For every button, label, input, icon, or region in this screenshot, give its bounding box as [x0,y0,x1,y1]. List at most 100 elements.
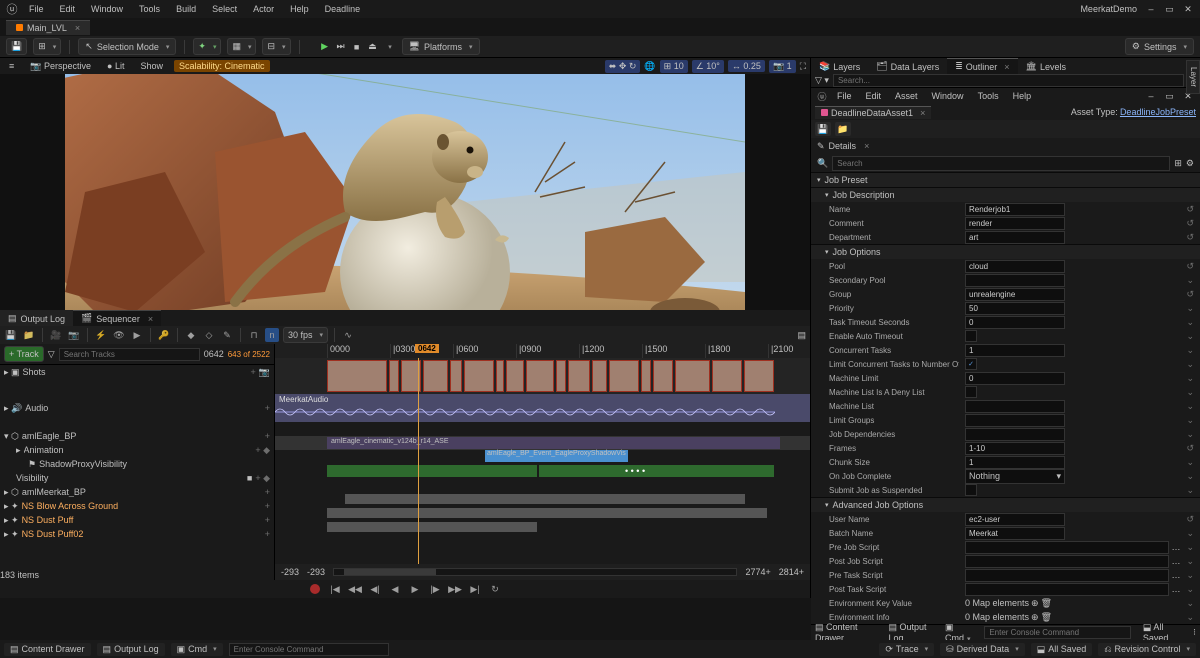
browse-button[interactable]: 📁 [22,328,36,342]
prejob-input[interactable] [965,541,1169,554]
oncomplete-dropdown[interactable]: Nothing▾ [965,469,1065,484]
sequencer-tab[interactable]: 🎬Sequencer× [73,310,161,326]
scalability-badge[interactable]: Scalability: Cinematic [174,60,270,72]
viewport-options-button[interactable]: ≡ [4,60,19,72]
window-close-button[interactable]: ✕ [1180,4,1196,15]
play-button[interactable]: ▶ [318,40,332,54]
close-icon[interactable]: × [920,108,925,118]
chevron-icon[interactable]: ⌄ [1186,556,1194,567]
reset-icon[interactable]: ↺ [1186,443,1194,454]
edit-button[interactable]: ✎ [220,328,234,342]
revision-control-dropdown[interactable]: ⎌ Revision Control [1098,643,1196,656]
coord-space-button[interactable]: 🌐 [644,61,655,72]
step-fwd-button[interactable]: ▶▶ [448,582,462,596]
track-search-input[interactable] [59,348,200,361]
reset-icon[interactable]: ↺ [1186,204,1194,215]
close-icon[interactable]: × [75,23,80,33]
chevron-icon[interactable]: ⌄ [1186,485,1194,496]
limitcpu-checkbox[interactable]: ✓ [965,358,977,370]
add-icon[interactable]: + [265,501,270,511]
jobdeps-input[interactable] [965,428,1065,441]
clear-icon[interactable]: 🗑 [1041,612,1052,623]
filter-icon[interactable]: ▽ [48,349,55,360]
layers-tab[interactable]: 📚 Layers [811,58,868,74]
details-search-input[interactable] [832,156,1170,171]
chevron-icon[interactable]: ⌄ [1186,373,1194,384]
chevron-icon[interactable]: ⌄ [1186,331,1194,342]
snapping-toggle[interactable]: n [265,328,279,342]
add-icon[interactable]: + [251,367,256,377]
add-icon[interactable]: + [265,431,270,441]
levels-tab[interactable]: 🏛 Levels [1018,58,1074,74]
browse-asset-button[interactable]: 📁 [835,122,851,136]
preferences-button[interactable]: ⁝ [1193,627,1196,638]
console-input[interactable] [984,626,1131,639]
fps-dropdown[interactable]: 30 fps [283,327,328,343]
autotimeout-checkbox[interactable] [965,330,977,342]
actions-button[interactable]: ⚡ [94,328,108,342]
track-animation[interactable]: ▸Animation+ ◆ [0,443,274,457]
playback-button[interactable]: ▶ [130,328,144,342]
derived-data-dropdown[interactable]: ⛁ Derived Data [940,643,1025,656]
camera-speed[interactable]: 📷 1 [769,60,796,73]
scale-snap[interactable]: ↔ 0.25 [728,60,765,72]
timeline-scrollbar[interactable] [333,568,737,576]
camera-button[interactable]: 📷 [67,328,81,342]
menu-window[interactable]: Window [84,2,130,16]
show-dropdown[interactable]: Show [135,60,168,72]
chevron-icon[interactable]: ⌄ [1186,528,1194,539]
asset-menu-help[interactable]: Help [1007,90,1038,102]
chevron-icon[interactable]: ⌄ [1186,317,1194,328]
grid-snap[interactable]: ⊞ 10 [660,60,688,73]
reset-icon[interactable]: ↺ [1186,289,1194,300]
panel-minimize-button[interactable]: – [1143,91,1159,101]
asset-menu-file[interactable]: File [831,90,858,102]
browse-icon[interactable]: … [1171,556,1180,566]
eject-button[interactable]: ⏏ [366,40,380,54]
save-button[interactable]: 💾 [6,38,27,55]
range-end[interactable]: 2774+ [745,567,770,577]
curve-editor-button[interactable]: ∿ [341,328,355,342]
chevron-icon[interactable]: ⌄ [1186,345,1194,356]
chevron-icon[interactable]: ⌄ [1186,598,1194,609]
level-tab[interactable]: Main_LVL × [6,20,90,35]
pretask-input[interactable] [965,569,1169,582]
chunk-input[interactable] [965,456,1065,469]
autokey-button[interactable]: ◆ [184,328,198,342]
chevron-icon[interactable]: ⌄ [1186,303,1194,314]
menu-file[interactable]: File [22,2,51,16]
add-item-icon[interactable]: ⊕ [1031,612,1039,623]
machlimit-input[interactable] [965,372,1065,385]
asset-menu-asset[interactable]: Asset [889,90,924,102]
add-item-icon[interactable]: ⊕ [1031,598,1039,609]
sequencer-timeline[interactable]: 0642 0000 |0300 |0600 |0900 |1200 |1500 … [275,344,810,580]
chevron-icon[interactable]: ⌄ [1186,471,1194,482]
selection-mode-dropdown[interactable]: ↖ Selection Mode [78,38,176,55]
platforms-dropdown[interactable]: 🖥 Platforms [402,38,480,55]
play-reverse-button[interactable]: ◀ [388,582,402,596]
reset-icon[interactable]: ↺ [1186,232,1194,243]
lit-dropdown[interactable]: ● Lit [102,60,129,72]
outliner-tab[interactable]: ≣ Outliner× [947,58,1017,74]
key-button[interactable]: ◇ [202,328,216,342]
frame-fwd-button[interactable]: |▶ [428,582,442,596]
close-icon[interactable]: × [864,141,869,151]
settings-button[interactable]: ⚙ [1186,158,1194,169]
content-button[interactable]: ▦ [227,38,256,55]
event-track-row[interactable]: amlEagle_BP_Event_EagleProxyShadowVis [275,450,810,464]
group-input[interactable] [965,288,1065,301]
reset-icon[interactable]: ↺ [1186,218,1194,229]
asset-menu-edit[interactable]: Edit [860,90,888,102]
stop-button[interactable]: ■ [350,40,364,54]
posttask-input[interactable] [965,583,1169,596]
level-viewport[interactable] [0,74,810,310]
track-shots[interactable]: ▸ ▣Shots+📷 [0,365,274,379]
chevron-icon[interactable]: ⌄ [1186,584,1194,595]
machlist-input[interactable] [965,400,1065,413]
secpool-input[interactable] [965,274,1065,287]
cat-job-desc[interactable]: ▾Job Description [811,187,1200,202]
chevron-icon[interactable]: ⌄ [1186,359,1194,370]
asset-type-link[interactable]: DeadlineJobPreset [1120,107,1196,117]
name-input[interactable] [965,203,1065,216]
add-icon[interactable]: + [265,487,270,497]
